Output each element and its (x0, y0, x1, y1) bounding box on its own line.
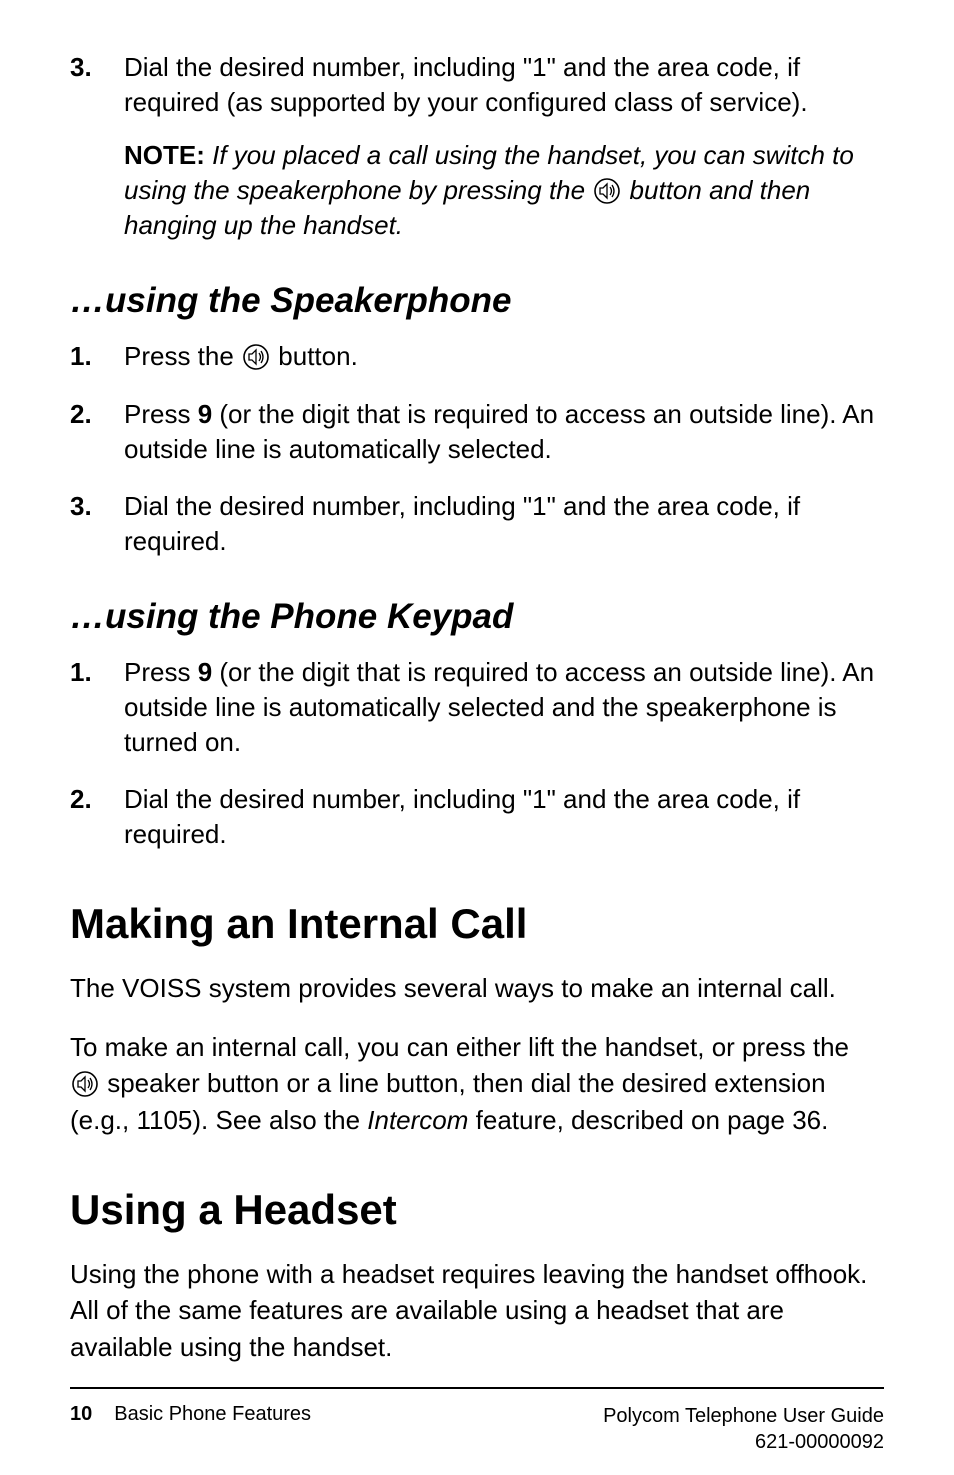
footer-guide-title: Polycom Telephone User Guide (603, 1403, 884, 1429)
note-block: NOTE: If you placed a call using the han… (124, 138, 884, 243)
heading-speakerphone: …using the Speakerphone (70, 281, 884, 321)
keypad-step-1: 1. Press 9 (or the digit that is require… (70, 655, 884, 760)
list-number: 2. (70, 782, 124, 852)
note-label: NOTE: (124, 140, 205, 170)
page-content: 3. Dial the desired number, including "1… (70, 50, 884, 1387)
text-b: (or the digit that is required to access… (124, 657, 874, 757)
footer-left: 10 Basic Phone Features (70, 1403, 311, 1455)
list-body: Press 9 (or the digit that is required t… (124, 655, 884, 760)
footer-right: Polycom Telephone User Guide 621-0000009… (603, 1403, 884, 1455)
list-number: 1. (70, 655, 124, 760)
bold-digit: 9 (198, 657, 212, 687)
footer-section: Basic Phone Features (114, 1403, 311, 1455)
list-number: 1. (70, 339, 124, 374)
heading-internal-call: Making an Internal Call (70, 900, 884, 948)
text-c: feature, described on page 36. (468, 1105, 828, 1135)
document-page: 3. Dial the desired number, including "1… (0, 0, 954, 1475)
speakerphone-step-1: 1. Press the button. (70, 339, 884, 374)
speaker-icon (72, 1070, 98, 1096)
step-text: Dial the desired number, including "1" a… (124, 50, 884, 120)
speaker-icon (243, 344, 269, 370)
list-number: 3. (70, 489, 124, 559)
step-3: 3. Dial the desired number, including "1… (70, 50, 884, 243)
page-footer: 10 Basic Phone Features Polycom Telephon… (70, 1387, 884, 1455)
footer-doc-number: 621-00000092 (603, 1429, 884, 1455)
list-number: 2. (70, 397, 124, 467)
bold-digit: 9 (198, 399, 212, 429)
list-body: Press 9 (or the digit that is required t… (124, 397, 884, 467)
text-b: (or the digit that is required to access… (124, 399, 874, 464)
text-a: To make an internal call, you can either… (70, 1032, 849, 1062)
italic-feature: Intercom (367, 1105, 468, 1135)
list-body: Dial the desired number, including "1" a… (124, 782, 884, 852)
speaker-icon (594, 178, 620, 204)
headset-paragraph: Using the phone with a headset requires … (70, 1256, 884, 1365)
list-number: 3. (70, 50, 124, 243)
list-body: Dial the desired number, including "1" a… (124, 50, 884, 243)
heading-headset: Using a Headset (70, 1186, 884, 1234)
speakerphone-step-2: 2. Press 9 (or the digit that is require… (70, 397, 884, 467)
speakerphone-step-3: 3. Dial the desired number, including "1… (70, 489, 884, 559)
heading-keypad: …using the Phone Keypad (70, 597, 884, 637)
list-body: Press the button. (124, 339, 884, 374)
list-body: Dial the desired number, including "1" a… (124, 489, 884, 559)
page-number: 10 (70, 1403, 92, 1455)
internal-paragraph-1: The VOISS system provides several ways t… (70, 970, 884, 1006)
text-a: Press (124, 399, 198, 429)
text-a: Press (124, 657, 198, 687)
text-before: Press the (124, 341, 241, 371)
text-after: button. (271, 341, 358, 371)
keypad-step-2: 2. Dial the desired number, including "1… (70, 782, 884, 852)
internal-paragraph-2: To make an internal call, you can either… (70, 1029, 884, 1138)
